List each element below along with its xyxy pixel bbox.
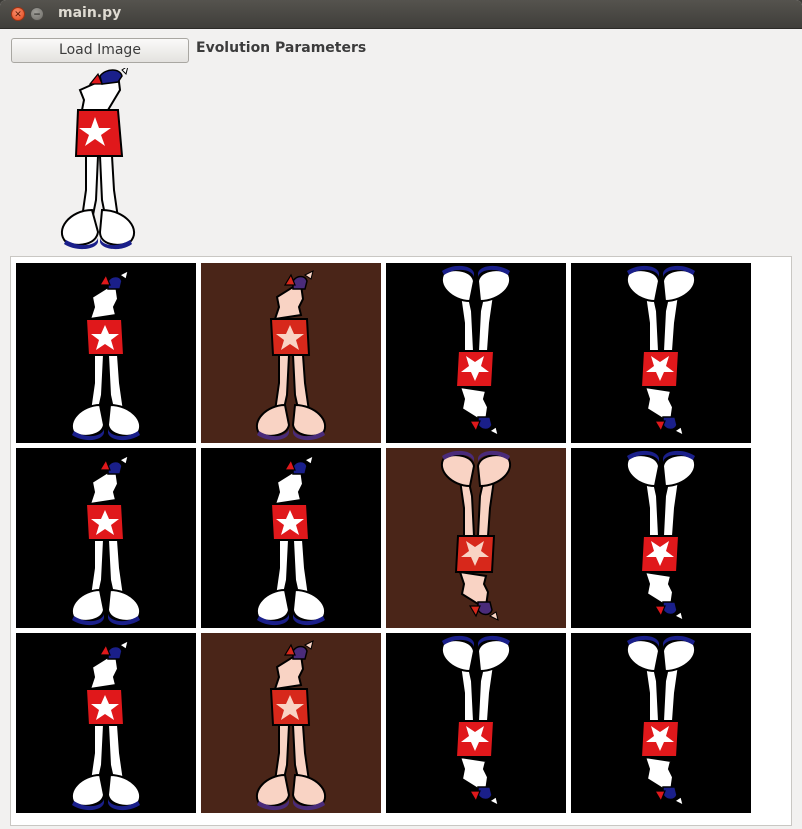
evolved-figure-image <box>201 448 381 628</box>
evolved-figure-image <box>386 263 566 443</box>
evolved-image-cell[interactable] <box>201 448 381 628</box>
minimize-icon[interactable]: − <box>30 7 44 21</box>
evolved-figure-image <box>571 263 751 443</box>
title-bar[interactable]: ✕ − main.py <box>0 0 802 29</box>
evolved-image-cell[interactable] <box>201 633 381 813</box>
evolved-image-cell[interactable] <box>571 633 751 813</box>
character-figure-image <box>60 64 136 250</box>
evolved-figure-image <box>16 263 196 443</box>
evolved-image-cell[interactable] <box>16 633 196 813</box>
load-image-button[interactable]: Load Image <box>11 38 189 63</box>
window-title: main.py <box>58 5 122 21</box>
evolved-image-cell[interactable] <box>16 263 196 443</box>
app-window: ✕ − main.py Load Image Evolution Paramet… <box>0 0 802 829</box>
evolved-figure-image <box>201 263 381 443</box>
source-image-preview <box>40 64 160 252</box>
evolved-image-cell[interactable] <box>386 263 566 443</box>
evolved-image-cell[interactable] <box>571 263 751 443</box>
evolved-figure-image <box>571 448 751 628</box>
evolved-figure-image <box>16 633 196 813</box>
evolution-parameters-label: Evolution Parameters <box>196 40 367 56</box>
evolved-image-cell[interactable] <box>386 633 566 813</box>
evolved-figure-image <box>16 448 196 628</box>
evolved-image-cell[interactable] <box>201 263 381 443</box>
evolved-figure-image <box>386 633 566 813</box>
evolved-figure-image <box>386 448 566 628</box>
evolved-figure-image <box>571 633 751 813</box>
evolved-image-cell[interactable] <box>386 448 566 628</box>
evolved-image-cell[interactable] <box>571 448 751 628</box>
evolution-grid <box>10 256 792 826</box>
evolved-image-cell[interactable] <box>16 448 196 628</box>
evolved-figure-image <box>201 633 381 813</box>
close-icon[interactable]: ✕ <box>11 7 25 21</box>
